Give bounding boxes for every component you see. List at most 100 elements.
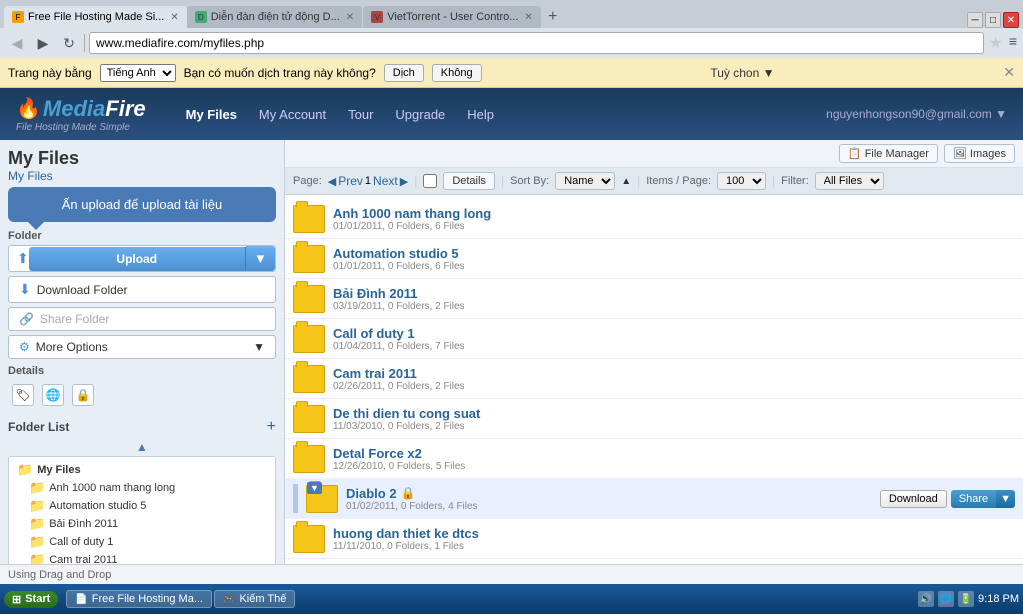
- folder-name-link-4[interactable]: Cam trai 2011: [333, 366, 1015, 381]
- items-per-page-select[interactable]: 100: [717, 172, 766, 190]
- sort-select[interactable]: Name: [555, 172, 615, 190]
- details-view-button[interactable]: Details: [443, 172, 495, 190]
- folder-name-link-7[interactable]: Diablo 2: [346, 486, 397, 501]
- add-folder-button[interactable]: +: [267, 418, 276, 436]
- table-row: Automation studio 5 01/01/2011, 0 Folder…: [285, 239, 1023, 279]
- folder-name-link-1[interactable]: Automation studio 5: [333, 246, 1015, 261]
- folder-info-2: Bải Đình 2011 03/19/2011, 0 Folders, 2 F…: [333, 286, 1015, 312]
- mediafire-logo[interactable]: 🔥 MediaFire File Hosting Made Simple: [16, 96, 146, 133]
- nav-myfiles[interactable]: My Files: [176, 103, 247, 126]
- toolbar-sep-3: |: [637, 174, 640, 188]
- nav-tour[interactable]: Tour: [338, 103, 383, 126]
- taskbar-item-1[interactable]: 🎮 Kiếm Thế: [214, 590, 295, 608]
- images-label: Images: [970, 148, 1006, 160]
- mediafire-header: 🔥 MediaFire File Hosting Made Simple My …: [0, 88, 1023, 140]
- folder-name-link-2[interactable]: Bải Đình 2011: [333, 286, 1015, 301]
- tag-icon[interactable]: 🏷: [12, 384, 34, 406]
- tab-3[interactable]: V VietTorrent - User Contro... ✕: [363, 6, 541, 28]
- share-folder-button[interactable]: 🔗 Share Folder: [8, 307, 276, 331]
- download-button-7[interactable]: Download: [880, 490, 947, 508]
- settings-icon[interactable]: ≡: [1009, 33, 1017, 53]
- forward-button[interactable]: ▶: [32, 32, 54, 54]
- breadcrumb[interactable]: My Files: [8, 169, 53, 183]
- images-button[interactable]: 🖼 Images: [944, 144, 1015, 163]
- folder-name-link-3[interactable]: Call of duty 1: [333, 326, 1015, 341]
- file-manager-button[interactable]: 📋 File Manager: [839, 144, 938, 163]
- translate-options[interactable]: Tuỳ chon ▼: [710, 66, 774, 80]
- folder-item-3[interactable]: 📁 Call of duty 1: [13, 533, 271, 551]
- folder-item-1[interactable]: 📁 Automation studio 5: [13, 497, 271, 515]
- folder-meta-3: 01/04/2011, 0 Folders, 7 Files: [333, 341, 1015, 352]
- folder-name-link-8[interactable]: huong dan thiet ke dtcs: [333, 526, 1015, 541]
- details-checkbox[interactable]: [423, 174, 437, 188]
- taskbar-favicon-1: 🎮: [223, 594, 235, 605]
- share-dropdown-7[interactable]: ▼: [996, 490, 1015, 508]
- folder-info-7: Diablo 2 🔒 01/02/2011, 0 Folders, 4 File…: [346, 486, 872, 512]
- tab-1[interactable]: F Free File Hosting Made Si... ✕: [4, 6, 187, 28]
- file-list: Anh 1000 nam thang long 01/01/2011, 0 Fo…: [285, 195, 1023, 563]
- folder-item-0[interactable]: 📁 Anh 1000 nam thang long: [13, 479, 271, 497]
- table-row: Anh 1000 nam thang long 01/01/2011, 0 Fo…: [285, 199, 1023, 239]
- lock-icon[interactable]: 🔒: [72, 384, 94, 406]
- translate-bar: Trang này bằng Tiếng Anh Bạn có muốn dịc…: [0, 58, 1023, 88]
- file-actions-7: Download Share ▼: [880, 490, 1015, 508]
- details-label: Details: [8, 365, 276, 377]
- folder-root-name: My Files: [37, 464, 80, 476]
- next-label[interactable]: Next: [373, 174, 398, 188]
- folder-meta-6: 12/26/2010, 0 Folders, 5 Files: [333, 461, 1015, 472]
- folder-name-link-5[interactable]: De thi dien tu cong suat: [333, 406, 1015, 421]
- reload-button[interactable]: ↻: [58, 32, 80, 54]
- translate-language-select[interactable]: Tiếng Anh: [100, 64, 176, 82]
- folder-name-2: Bải Đình 2011: [49, 518, 118, 530]
- file-manager-icon: 📋: [848, 148, 862, 160]
- toolbar-sep-1: |: [414, 174, 417, 188]
- tab-2[interactable]: D Diễn đàn điện tử động D... ✕: [187, 6, 362, 28]
- folder-tree-root[interactable]: 📁 My Files: [13, 461, 271, 479]
- next-page-button[interactable]: ▶: [400, 175, 408, 188]
- folder-info-3: Call of duty 1 01/04/2011, 0 Folders, 7 …: [333, 326, 1015, 352]
- new-tab-button[interactable]: +: [542, 6, 564, 28]
- start-button[interactable]: ⊞ Start: [4, 591, 58, 608]
- tab-3-close[interactable]: ✕: [524, 12, 532, 23]
- translate-no-button[interactable]: Không: [432, 64, 482, 82]
- table-row: ▼ Diablo 2 🔒 01/02/2011, 0 Folders, 4 Fi…: [285, 479, 1023, 519]
- upload-dropdown-button[interactable]: ▼: [246, 246, 275, 271]
- folder-badge: ▼: [307, 482, 322, 494]
- close-button[interactable]: ✕: [1003, 12, 1019, 28]
- folder-info-4: Cam trai 2011 02/26/2011, 0 Folders, 2 F…: [333, 366, 1015, 392]
- nav-upgrade[interactable]: Upgrade: [385, 103, 455, 126]
- taskbar-item-0[interactable]: 📄 Free File Hosting Ma...: [66, 590, 212, 608]
- star-icon[interactable]: ★: [988, 33, 1002, 53]
- download-folder-button[interactable]: ⬇ Download Folder: [8, 276, 276, 303]
- folder-name-link-0[interactable]: Anh 1000 nam thang long: [333, 206, 1015, 221]
- back-button[interactable]: ◀: [6, 32, 28, 54]
- minimize-button[interactable]: ─: [967, 12, 983, 28]
- folder-name-link-6[interactable]: Detal Force x2: [333, 446, 1015, 461]
- folder-item-2[interactable]: 📁 Bải Đình 2011: [13, 515, 271, 533]
- share-button-7[interactable]: Share: [951, 490, 996, 508]
- globe-icon[interactable]: 🌐: [42, 384, 64, 406]
- upload-button[interactable]: Upload: [29, 247, 246, 271]
- prev-label[interactable]: Prev: [338, 174, 363, 188]
- translate-yes-button[interactable]: Dịch: [384, 64, 424, 82]
- sort-label: Sort By:: [510, 175, 549, 187]
- prev-page-button[interactable]: ◀: [328, 175, 336, 188]
- nav-help[interactable]: Help: [457, 103, 504, 126]
- address-bar[interactable]: [89, 32, 984, 54]
- filter-select[interactable]: All Files: [815, 172, 884, 190]
- translate-prefix: Trang này bằng: [8, 66, 92, 80]
- folder-thumbnail-3: [293, 325, 325, 353]
- folder-list-up[interactable]: ▲: [8, 440, 276, 454]
- folder-meta-4: 02/26/2011, 0 Folders, 2 Files: [333, 381, 1015, 392]
- nav-myaccount[interactable]: My Account: [249, 103, 336, 126]
- user-account[interactable]: nguyenhongson90@gmail.com ▼: [826, 107, 1007, 121]
- maximize-button[interactable]: □: [985, 12, 1001, 28]
- sort-direction-icon[interactable]: ▲: [621, 176, 631, 187]
- view-toggle-bar: 📋 File Manager 🖼 Images: [285, 140, 1023, 168]
- table-row: De thi dien tu cong suat 11/03/2010, 0 F…: [285, 399, 1023, 439]
- tab-2-close[interactable]: ✕: [346, 12, 354, 23]
- logo-text: MediaFire: [43, 96, 146, 122]
- translate-close-icon[interactable]: ✕: [1003, 64, 1015, 81]
- tab-1-close[interactable]: ✕: [170, 12, 178, 23]
- more-options-button[interactable]: ⚙ More Options ▼: [8, 335, 276, 359]
